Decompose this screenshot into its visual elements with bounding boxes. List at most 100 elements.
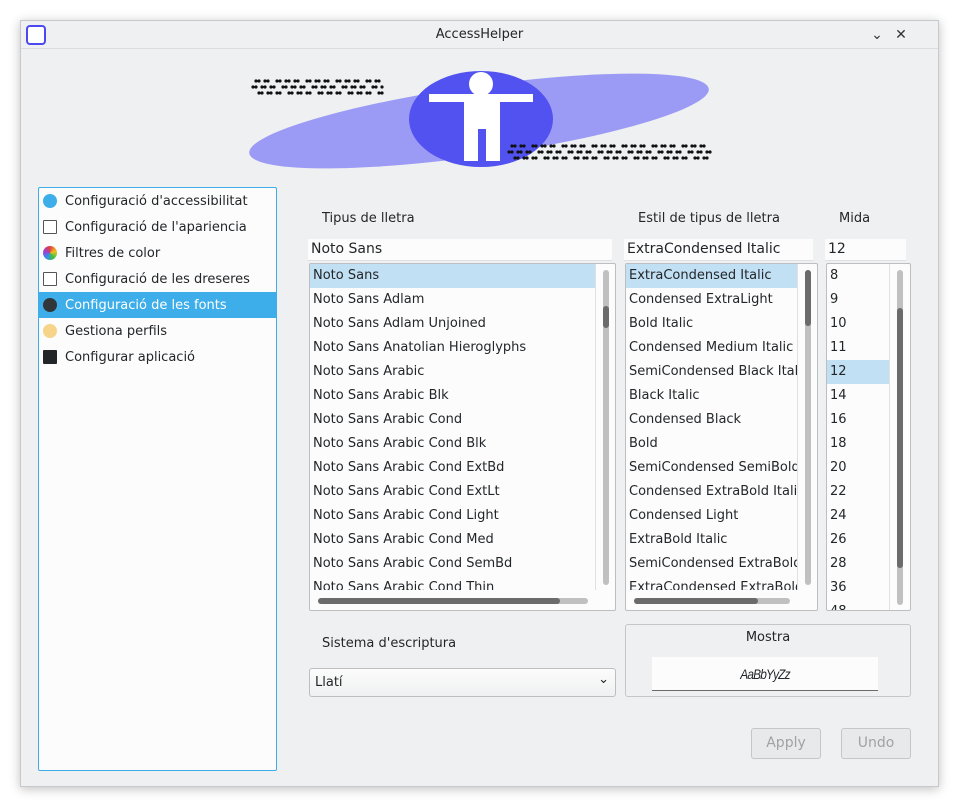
- font-style-vscroll-thumb[interactable]: [805, 270, 811, 326]
- braille-dot: [347, 79, 351, 83]
- font-family-item[interactable]: Noto Sans Arabic Cond ExtBd: [310, 456, 595, 480]
- braille-dot: [257, 79, 261, 83]
- font-family-input[interactable]: Noto Sans: [308, 239, 612, 261]
- braille-dot: [654, 156, 658, 160]
- font-size-input[interactable]: 12: [825, 239, 906, 261]
- braille-dot: [335, 79, 339, 83]
- font-size-list[interactable]: 8910111214161820222426283648: [826, 263, 911, 611]
- braille-dot: [549, 150, 553, 154]
- braille-dot: [690, 150, 694, 154]
- braille-dot: [690, 144, 694, 148]
- font-style-item[interactable]: Condensed ExtraBold Italic: [626, 480, 797, 504]
- font-size-item[interactable]: 18: [827, 432, 889, 456]
- font-style-item[interactable]: Bold Italic: [626, 312, 797, 336]
- braille-dot: [624, 156, 628, 160]
- sidebar-item-label: Configuració d'accessibilitat: [65, 193, 248, 209]
- font-size-item[interactable]: 16: [827, 408, 889, 432]
- font-family-item[interactable]: Noto Sans: [310, 264, 595, 288]
- braille-dot: [287, 79, 291, 83]
- font-size-vscroll-thumb[interactable]: [897, 308, 903, 568]
- font-style-item[interactable]: Bold: [626, 432, 797, 456]
- braille-dot: [621, 144, 625, 148]
- sidebar-item[interactable]: Configuració de les dreseres: [39, 266, 276, 292]
- font-family-list[interactable]: Noto Sans Noto Sans Adlam Noto Sans Adlam …: [309, 263, 616, 611]
- font-size-item[interactable]: 24: [827, 504, 889, 528]
- undo-button[interactable]: Undo: [841, 728, 911, 759]
- font-family-item[interactable]: Noto Sans Arabic Blk: [310, 384, 595, 408]
- sidebar-item[interactable]: Configuració de l'apariencia: [39, 214, 276, 240]
- close-button[interactable]: ✕: [891, 25, 911, 45]
- font-family-item[interactable]: Noto Sans Arabic Cond Blk: [310, 432, 595, 456]
- font-family-item[interactable]: Noto Sans Adlam: [310, 288, 595, 312]
- font-family-item[interactable]: Noto Sans Arabic Cond ExtLt: [310, 480, 595, 504]
- font-style-item[interactable]: Black Italic: [626, 384, 797, 408]
- font-style-item[interactable]: Condensed Light: [626, 504, 797, 528]
- font-style-item[interactable]: ExtraCondensed Italic: [626, 264, 797, 288]
- font-size-item[interactable]: 14: [827, 384, 889, 408]
- font-family-item[interactable]: Noto Sans Arabic Cond: [310, 408, 595, 432]
- font-style-item[interactable]: Condensed Medium Italic: [626, 336, 797, 360]
- sidebar-item-label: Configuració de l'apariencia: [65, 219, 247, 235]
- sidebar-item-label: Configuració de les fonts: [65, 297, 227, 313]
- font-style-item[interactable]: ExtraBold Italic: [626, 528, 797, 552]
- font-style-item[interactable]: Condensed ExtraLight: [626, 288, 797, 312]
- braille-dot: [606, 150, 610, 154]
- font-size-item[interactable]: 12: [827, 360, 889, 384]
- font-family-item[interactable]: Noto Sans Arabic Cond SemBd: [310, 552, 595, 576]
- braille-dot: [290, 91, 294, 95]
- writing-system-select[interactable]: Llatí ⌄: [309, 668, 616, 697]
- font-family-hscroll-thumb[interactable]: [318, 598, 560, 604]
- font-family-vscroll-thumb[interactable]: [603, 306, 609, 328]
- font-style-item[interactable]: ExtraCondensed ExtraBold Italic: [626, 576, 797, 590]
- window-title: AccessHelper: [435, 27, 524, 42]
- font-size-item[interactable]: 36: [827, 576, 889, 600]
- braille-dot: [636, 156, 640, 160]
- font-family-item[interactable]: Noto Sans Arabic: [310, 360, 595, 384]
- braille-dot: [582, 156, 586, 160]
- sidebar-item[interactable]: Configuració d'accessibilitat: [39, 188, 276, 214]
- braille-dot: [618, 150, 622, 154]
- font-family-item[interactable]: Noto Sans Arabic Cond Med: [310, 528, 595, 552]
- font-family-item[interactable]: Noto Sans Arabic Cond Thin: [310, 576, 595, 590]
- font-family-item[interactable]: Noto Sans Arabic Cond Light: [310, 504, 595, 528]
- font-style-item[interactable]: SemiCondensed ExtraBold: [626, 552, 797, 576]
- sidebar-item[interactable]: Gestiona perfils: [39, 318, 276, 344]
- sidebar-item[interactable]: Configurar aplicació: [39, 344, 276, 370]
- font-size-item[interactable]: 26: [827, 528, 889, 552]
- braille-dot: [353, 85, 357, 89]
- font-size-item[interactable]: 22: [827, 480, 889, 504]
- font-style-input[interactable]: ExtraCondensed Italic: [624, 239, 813, 261]
- braille-dot: [564, 156, 568, 160]
- braille-dot: [519, 150, 523, 154]
- font-size-item[interactable]: 20: [827, 456, 889, 480]
- font-size-item[interactable]: 10: [827, 312, 889, 336]
- settings-sliders-icon: [43, 350, 57, 364]
- minimize-button[interactable]: ⌄: [867, 25, 887, 45]
- braille-dot: [305, 79, 309, 83]
- font-size-item[interactable]: 11: [827, 336, 889, 360]
- font-size-item[interactable]: 8: [827, 264, 889, 288]
- font-size-item[interactable]: 28: [827, 552, 889, 576]
- sidebar-item[interactable]: Filtres de color: [39, 240, 276, 266]
- braille-dot: [254, 79, 258, 83]
- braille-dot: [564, 144, 568, 148]
- braille-dot: [603, 156, 607, 160]
- apply-button[interactable]: Apply: [751, 728, 821, 759]
- font-family-item[interactable]: Noto Sans Adlam Unjoined: [310, 312, 595, 336]
- braille-dot: [365, 79, 369, 83]
- font-size-item[interactable]: 9: [827, 288, 889, 312]
- font-style-list[interactable]: ExtraCondensed Italic Condensed ExtraLigh…: [625, 263, 818, 611]
- font-style-item[interactable]: SemiCondensed SemiBold: [626, 456, 797, 480]
- font-style-item[interactable]: SemiCondensed Black Italic: [626, 360, 797, 384]
- font-size-item[interactable]: 48: [827, 600, 889, 610]
- font-family-item[interactable]: Noto Sans Anatolian Hieroglyphs: [310, 336, 595, 360]
- braille-dot: [260, 85, 264, 89]
- font-style-hscroll-thumb[interactable]: [634, 598, 758, 604]
- sidebar-item[interactable]: Configuració de les fonts: [39, 292, 276, 318]
- braille-dot: [522, 156, 526, 160]
- braille-dot: [278, 79, 282, 83]
- braille-dot: [540, 144, 544, 148]
- font-style-item[interactable]: Condensed Black: [626, 408, 797, 432]
- braille-dot: [308, 79, 312, 83]
- writing-system-label: Sistema d'escriptura: [322, 636, 457, 651]
